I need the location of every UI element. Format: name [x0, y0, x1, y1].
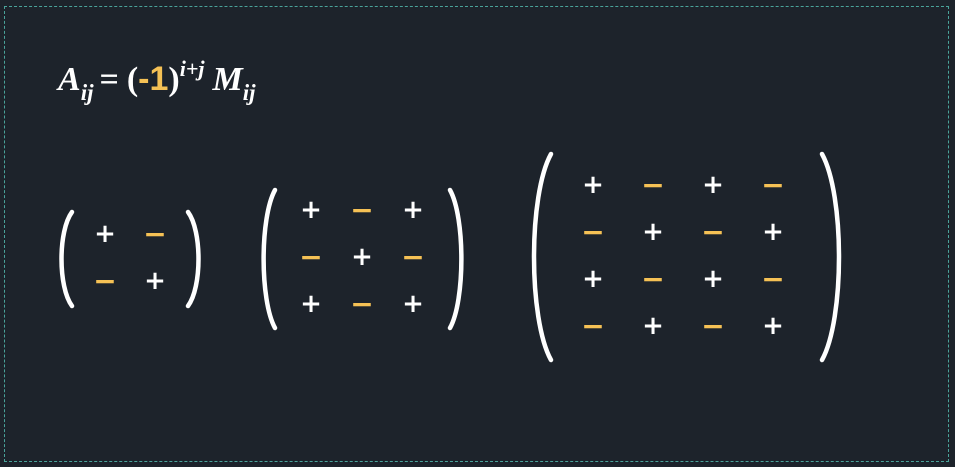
- minus-sign: −: [701, 216, 724, 249]
- plus-sign: +: [300, 289, 322, 319]
- minus-sign: −: [641, 169, 664, 202]
- plus-sign: +: [702, 170, 724, 200]
- plus-sign: +: [582, 264, 604, 294]
- minus-sign: −: [143, 218, 166, 251]
- plus-sign: +: [582, 170, 604, 200]
- sign-matrix-2x2-left-bracket: [59, 209, 75, 309]
- plus-sign: +: [702, 264, 724, 294]
- sign-matrix-4x4: + − + − − + − + + − + − − + − +: [581, 169, 784, 343]
- plus-sign: +: [402, 289, 424, 319]
- sign-matrices: + −− ++ − +− + −+ − ++ − + −− + − ++ − + −− + − +: [59, 151, 842, 363]
- plus-sign: +: [94, 219, 116, 249]
- minus-sign: −: [761, 263, 784, 296]
- sign-matrix-3x3: + − +− + −+ − +: [299, 194, 424, 321]
- minus-sign: −: [299, 241, 322, 274]
- sign-matrix-3x3-right-bracket: [447, 187, 464, 331]
- minus-sign: −: [641, 263, 664, 296]
- sign-matrix-4x4-right-bracket: [819, 151, 842, 363]
- minus-sign: −: [701, 310, 724, 343]
- plus-sign: +: [351, 242, 373, 272]
- sign-matrix-3x3-left-bracket: [261, 187, 278, 331]
- minus-sign: −: [350, 194, 373, 227]
- plus-sign: +: [642, 217, 664, 247]
- minus-sign: −: [93, 265, 116, 298]
- minus-sign: −: [350, 288, 373, 321]
- sign-matrix-2x2: + −− +: [93, 218, 166, 298]
- minus-sign: −: [581, 216, 604, 249]
- minus-sign: −: [401, 241, 424, 274]
- minus-sign: −: [761, 169, 784, 202]
- minus-sign: −: [581, 310, 604, 343]
- plus-sign: +: [144, 266, 166, 296]
- sign-matrix-4x4-left-bracket: [531, 151, 554, 363]
- plus-sign: +: [762, 217, 784, 247]
- sign-matrix-2x2-right-bracket: [185, 209, 201, 309]
- plus-sign: +: [642, 311, 664, 341]
- plus-sign: +: [300, 195, 322, 225]
- plus-sign: +: [402, 195, 424, 225]
- plus-sign: +: [762, 311, 784, 341]
